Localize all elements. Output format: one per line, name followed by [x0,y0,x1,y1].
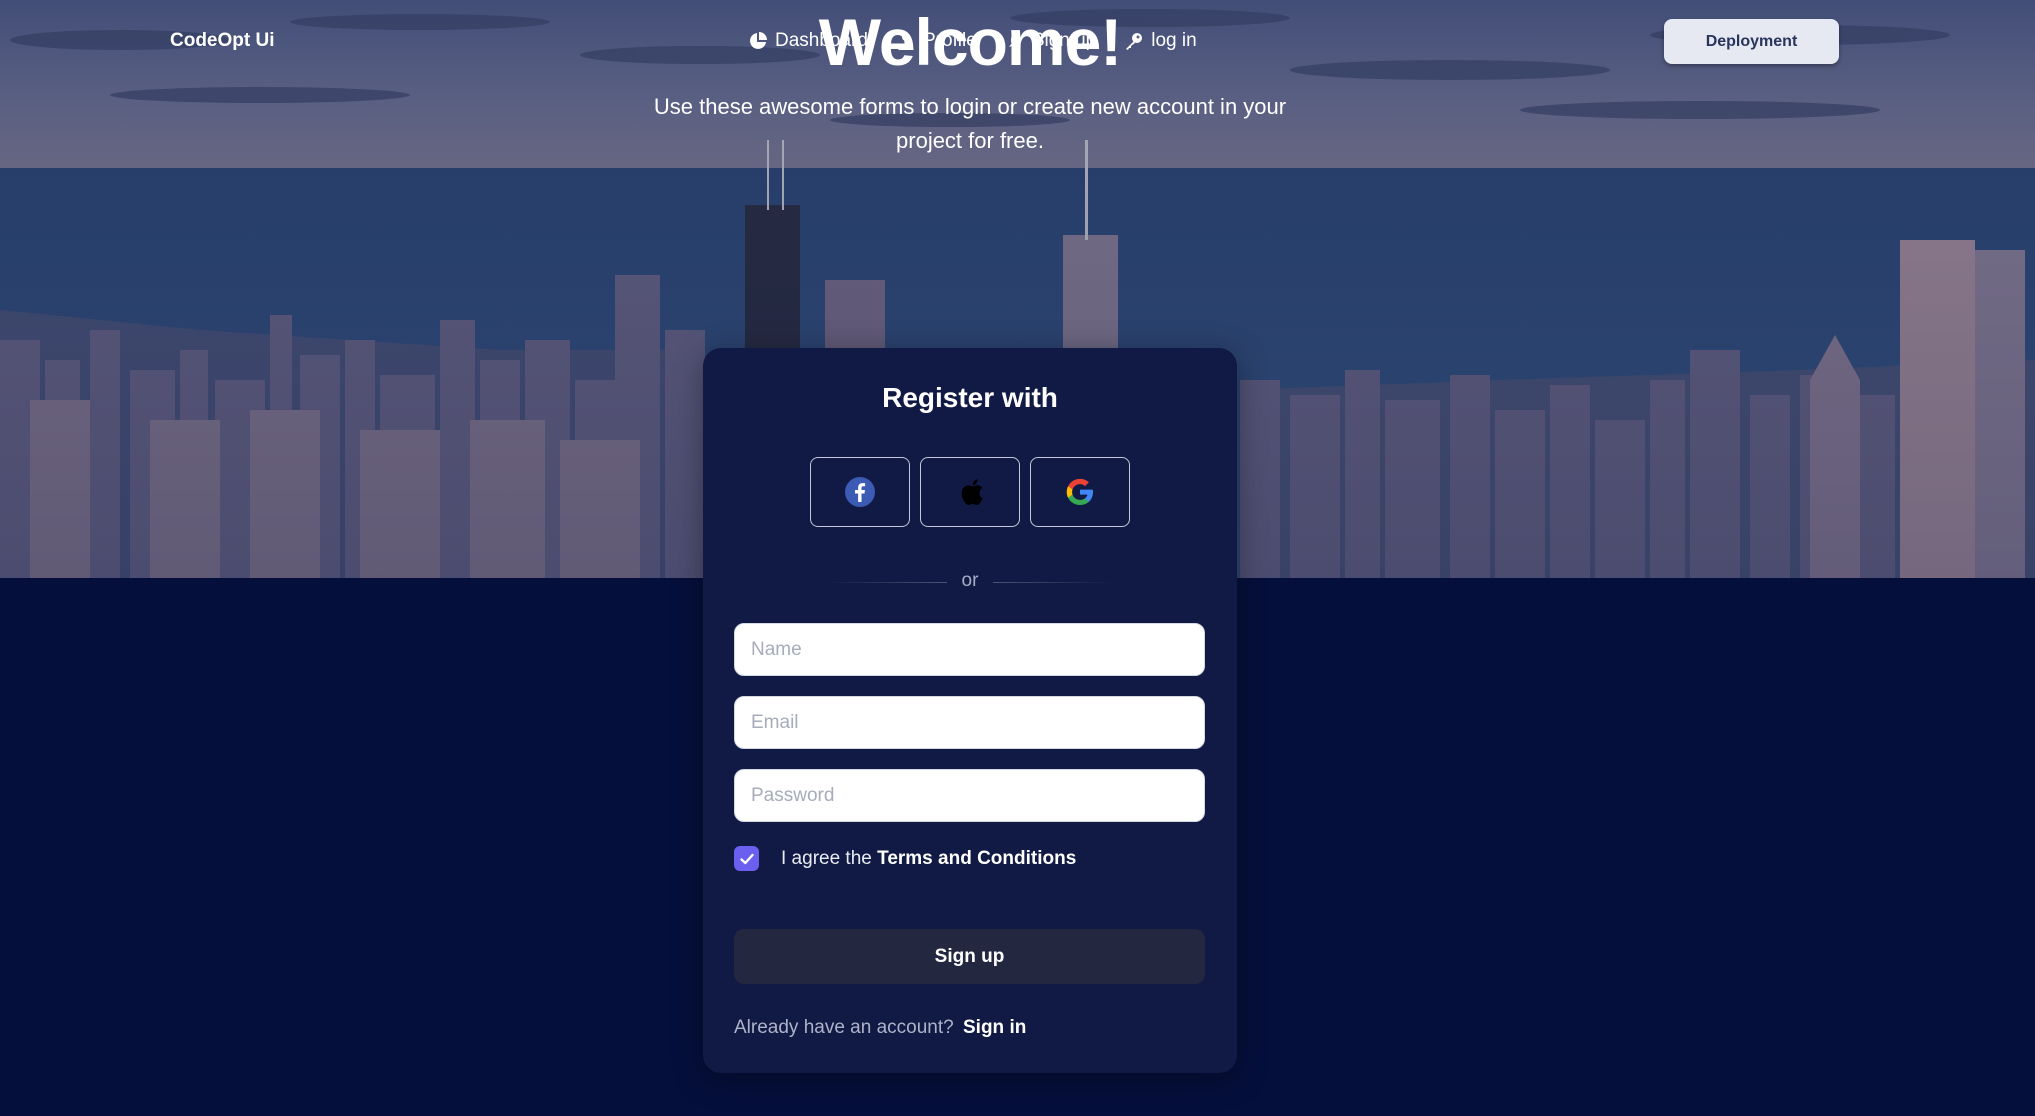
page-subtitle: Use these awesome forms to login or crea… [653,94,1287,153]
google-icon [1066,478,1093,505]
terms-checkbox[interactable] [734,846,759,871]
apple-icon [961,479,983,506]
or-divider: or [703,566,1237,596]
or-divider-text: or [961,570,979,591]
divider-line-right [993,582,1113,583]
terms-link[interactable]: Terms and Conditions [877,848,1076,869]
page-title: Welcome! [818,5,1123,79]
facebook-button[interactable] [810,457,910,527]
google-button[interactable] [1030,457,1130,527]
password-input[interactable] [734,769,1205,822]
terms-agreement: I agree the Terms and Conditions [734,846,1076,871]
sign-in-prompt: Already have an account? Sign in [734,1017,1026,1039]
name-input[interactable] [734,623,1205,676]
facebook-icon [845,477,875,507]
apple-button[interactable] [920,457,1020,527]
have-account-text: Already have an account? [734,1017,954,1038]
register-title: Register with [882,382,1058,413]
checkmark-icon [739,853,754,864]
terms-prefix: I agree the [781,847,872,869]
email-input[interactable] [734,696,1205,749]
sign-up-button[interactable]: Sign up [734,929,1205,984]
terms-text: I agree the Terms and Conditions [781,848,1076,870]
sign-in-link[interactable]: Sign in [963,1017,1026,1038]
register-card: Register with or I agre [703,348,1237,1073]
